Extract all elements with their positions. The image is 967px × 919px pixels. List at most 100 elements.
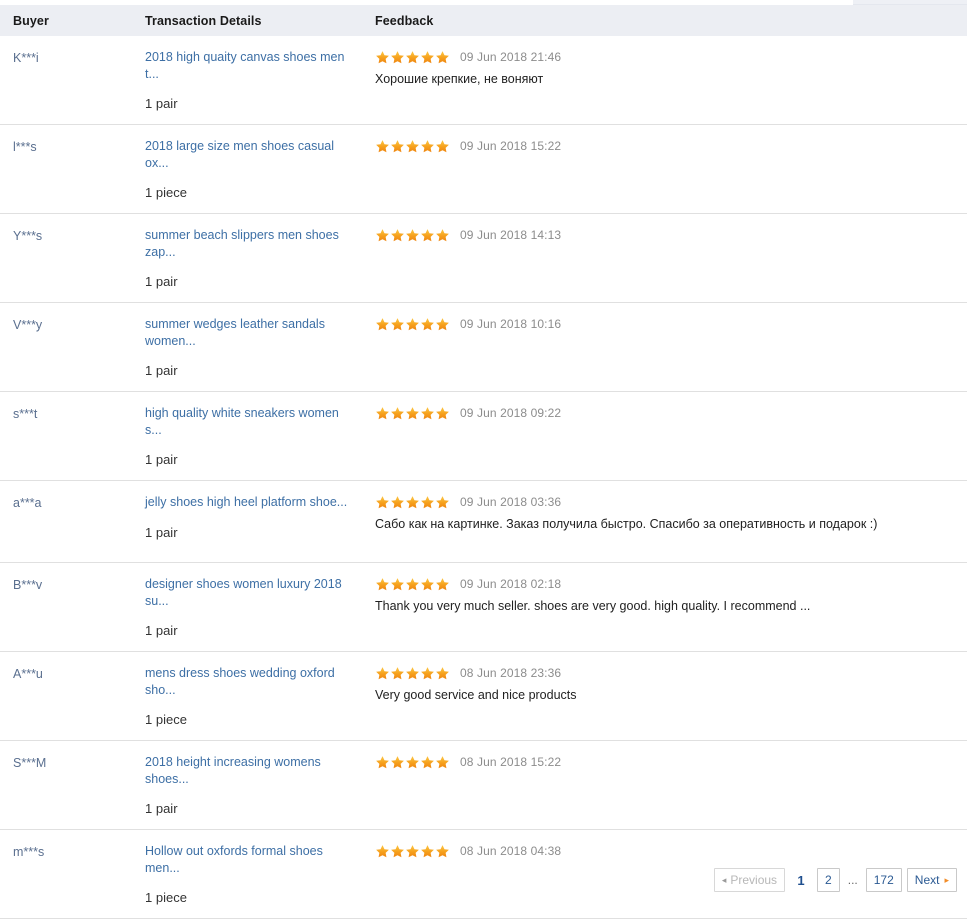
- rating-line: 09 Jun 2018 15:22: [375, 138, 957, 154]
- table-row: A***u mens dress shoes wedding oxford sho…: [0, 652, 967, 741]
- cell-feedback: 09 Jun 2018 15:22: [375, 138, 967, 201]
- product-title-link[interactable]: designer shoes women luxury 2018 su...: [145, 576, 357, 609]
- column-header-transaction-details: Transaction Details: [145, 13, 262, 28]
- table-row: V***y summer wedges leather sandals women…: [0, 303, 967, 392]
- cell-feedback: 09 Jun 2018 21:46 Хорошие крепкие, не вон…: [375, 49, 967, 112]
- feedback-date: 09 Jun 2018 03:36: [460, 495, 562, 509]
- cell-transaction-details: mens dress shoes wedding oxford sho... 1 …: [145, 665, 375, 728]
- quantity-label: 1 pair: [145, 801, 178, 816]
- quantity-label: 1 piece: [145, 712, 187, 727]
- rating-line: 09 Jun 2018 10:16: [375, 316, 957, 332]
- buyer-name-link[interactable]: l***s: [13, 140, 37, 154]
- star-rating-icons: [375, 755, 450, 770]
- feedback-comment: Very good service and nice products: [375, 688, 577, 702]
- feedback-date: 08 Jun 2018 04:38: [460, 844, 562, 858]
- buyer-name-link[interactable]: B***v: [13, 578, 42, 592]
- rating-line: 09 Jun 2018 21:46: [375, 49, 957, 65]
- column-header-feedback: Feedback: [375, 13, 434, 28]
- product-title-link[interactable]: mens dress shoes wedding oxford sho...: [145, 665, 357, 698]
- pagination-page-2[interactable]: 2: [817, 868, 840, 892]
- product-title-link[interactable]: Hollow out oxfords formal shoes men...: [145, 843, 357, 876]
- star-rating-icons: [375, 50, 450, 65]
- buyer-name-link[interactable]: V***y: [13, 318, 42, 332]
- table-row: s***t high quality white sneakers women s…: [0, 392, 967, 481]
- star-rating-icons: [375, 577, 450, 592]
- feedback-comment: Thank you very much seller. shoes are ve…: [375, 599, 811, 613]
- cell-buyer: V***y: [0, 316, 145, 379]
- pagination-next-button[interactable]: Next ▸: [906, 868, 957, 892]
- pagination-page-1: 1: [797, 872, 805, 888]
- table-row: Y***s summer beach slippers men shoes zap…: [0, 214, 967, 303]
- quantity-label: 1 pair: [145, 623, 178, 638]
- buyer-name-link[interactable]: S***M: [13, 756, 46, 770]
- rating-line: 08 Jun 2018 15:22: [375, 754, 957, 770]
- feedback-comment: Хорошие крепкие, не воняют: [375, 72, 544, 86]
- cell-transaction-details: designer shoes women luxury 2018 su... 1 …: [145, 576, 375, 639]
- feedback-date: 09 Jun 2018 09:22: [460, 406, 562, 420]
- cell-transaction-details: jelly shoes high heel platform shoe... 1 …: [145, 494, 375, 550]
- quantity-label: 1 pair: [145, 363, 178, 378]
- buyer-name-link[interactable]: m***s: [13, 845, 44, 859]
- cell-transaction-details: summer beach slippers men shoes zap... 1 …: [145, 227, 375, 290]
- pagination: ◂ Previous 1 2... 172 Next ▸: [713, 868, 957, 892]
- column-header-buyer: Buyer: [13, 13, 49, 28]
- feedback-comment: Сабо как на картинке. Заказ получила быс…: [375, 517, 878, 531]
- feedback-date: 09 Jun 2018 02:18: [460, 577, 562, 591]
- table-row: B***v designer shoes women luxury 2018 su…: [0, 563, 967, 652]
- product-title-link[interactable]: jelly shoes high heel platform shoe...: [145, 494, 357, 511]
- star-rating-icons: [375, 228, 450, 243]
- star-rating-icons: [375, 844, 450, 859]
- cell-transaction-details: 2018 high quaity canvas shoes men t... 1 …: [145, 49, 375, 112]
- table-row: l***s 2018 large size men shoes casual ox…: [0, 125, 967, 214]
- product-title-link[interactable]: 2018 high quaity canvas shoes men t...: [145, 49, 357, 82]
- buyer-name-link[interactable]: A***u: [13, 667, 43, 681]
- feedback-date: 09 Jun 2018 14:13: [460, 228, 562, 242]
- product-title-link[interactable]: high quality white sneakers women s...: [145, 405, 357, 438]
- feedback-date: 09 Jun 2018 21:46: [460, 50, 562, 64]
- buyer-name-link[interactable]: s***t: [13, 407, 37, 421]
- product-title-link[interactable]: 2018 height increasing womens shoes...: [145, 754, 357, 787]
- table-row: K***i 2018 high quaity canvas shoes men t…: [0, 36, 967, 125]
- star-rating-icons: [375, 495, 450, 510]
- buyer-name-link[interactable]: K***i: [13, 51, 39, 65]
- star-rating-icons: [375, 406, 450, 421]
- cell-feedback: 09 Jun 2018 03:36 Сабо как на картинке. З…: [375, 494, 967, 550]
- pagination-last-page[interactable]: 172: [865, 868, 902, 892]
- star-rating-icons: [375, 317, 450, 332]
- buyer-name-link[interactable]: Y***s: [13, 229, 42, 243]
- table-header-row: Buyer Transaction Details Feedback: [0, 5, 967, 36]
- cell-transaction-details: 2018 height increasing womens shoes... 1 …: [145, 754, 375, 817]
- product-title-link[interactable]: summer beach slippers men shoes zap...: [145, 227, 357, 260]
- cell-buyer: B***v: [0, 576, 145, 639]
- quantity-label: 1 pair: [145, 524, 178, 540]
- cell-transaction-details: 2018 large size men shoes casual ox... 1 …: [145, 138, 375, 201]
- quantity-label: 1 pair: [145, 96, 178, 111]
- cell-feedback: 09 Jun 2018 10:16: [375, 316, 967, 379]
- quantity-label: 1 pair: [145, 452, 178, 467]
- cell-buyer: l***s: [0, 138, 145, 201]
- rating-line: 09 Jun 2018 02:18: [375, 576, 957, 592]
- pagination-next-label: Next: [914, 873, 940, 887]
- table-row: a***a jelly shoes high heel platform shoe…: [0, 481, 967, 563]
- buyer-name-link[interactable]: a***a: [13, 496, 42, 510]
- cell-buyer: K***i: [0, 49, 145, 112]
- quantity-label: 1 pair: [145, 274, 178, 289]
- product-title-link[interactable]: summer wedges leather sandals women...: [145, 316, 357, 349]
- cell-feedback: 08 Jun 2018 23:36 Very good service and n…: [375, 665, 967, 728]
- table-body: K***i 2018 high quaity canvas shoes men t…: [0, 36, 967, 919]
- chevron-right-icon: ▸: [944, 874, 949, 885]
- feedback-date: 09 Jun 2018 15:22: [460, 139, 562, 153]
- feedback-date: 08 Jun 2018 15:22: [460, 755, 562, 769]
- pagination-previous-label: Previous: [730, 873, 778, 887]
- rating-line: 08 Jun 2018 23:36: [375, 665, 957, 681]
- rating-line: 08 Jun 2018 04:38: [375, 843, 957, 859]
- product-title-link[interactable]: 2018 large size men shoes casual ox...: [145, 138, 357, 171]
- cell-transaction-details: high quality white sneakers women s... 1 …: [145, 405, 375, 468]
- feedback-table: Buyer Transaction Details Feedback K***i…: [0, 5, 967, 919]
- rating-line: 09 Jun 2018 03:36: [375, 494, 957, 510]
- cell-feedback: 08 Jun 2018 15:22: [375, 754, 967, 817]
- rating-line: 09 Jun 2018 14:13: [375, 227, 957, 243]
- cell-feedback: 09 Jun 2018 09:22: [375, 405, 967, 468]
- chevron-left-icon: ◂: [721, 874, 727, 885]
- cell-buyer: m***s: [0, 843, 145, 906]
